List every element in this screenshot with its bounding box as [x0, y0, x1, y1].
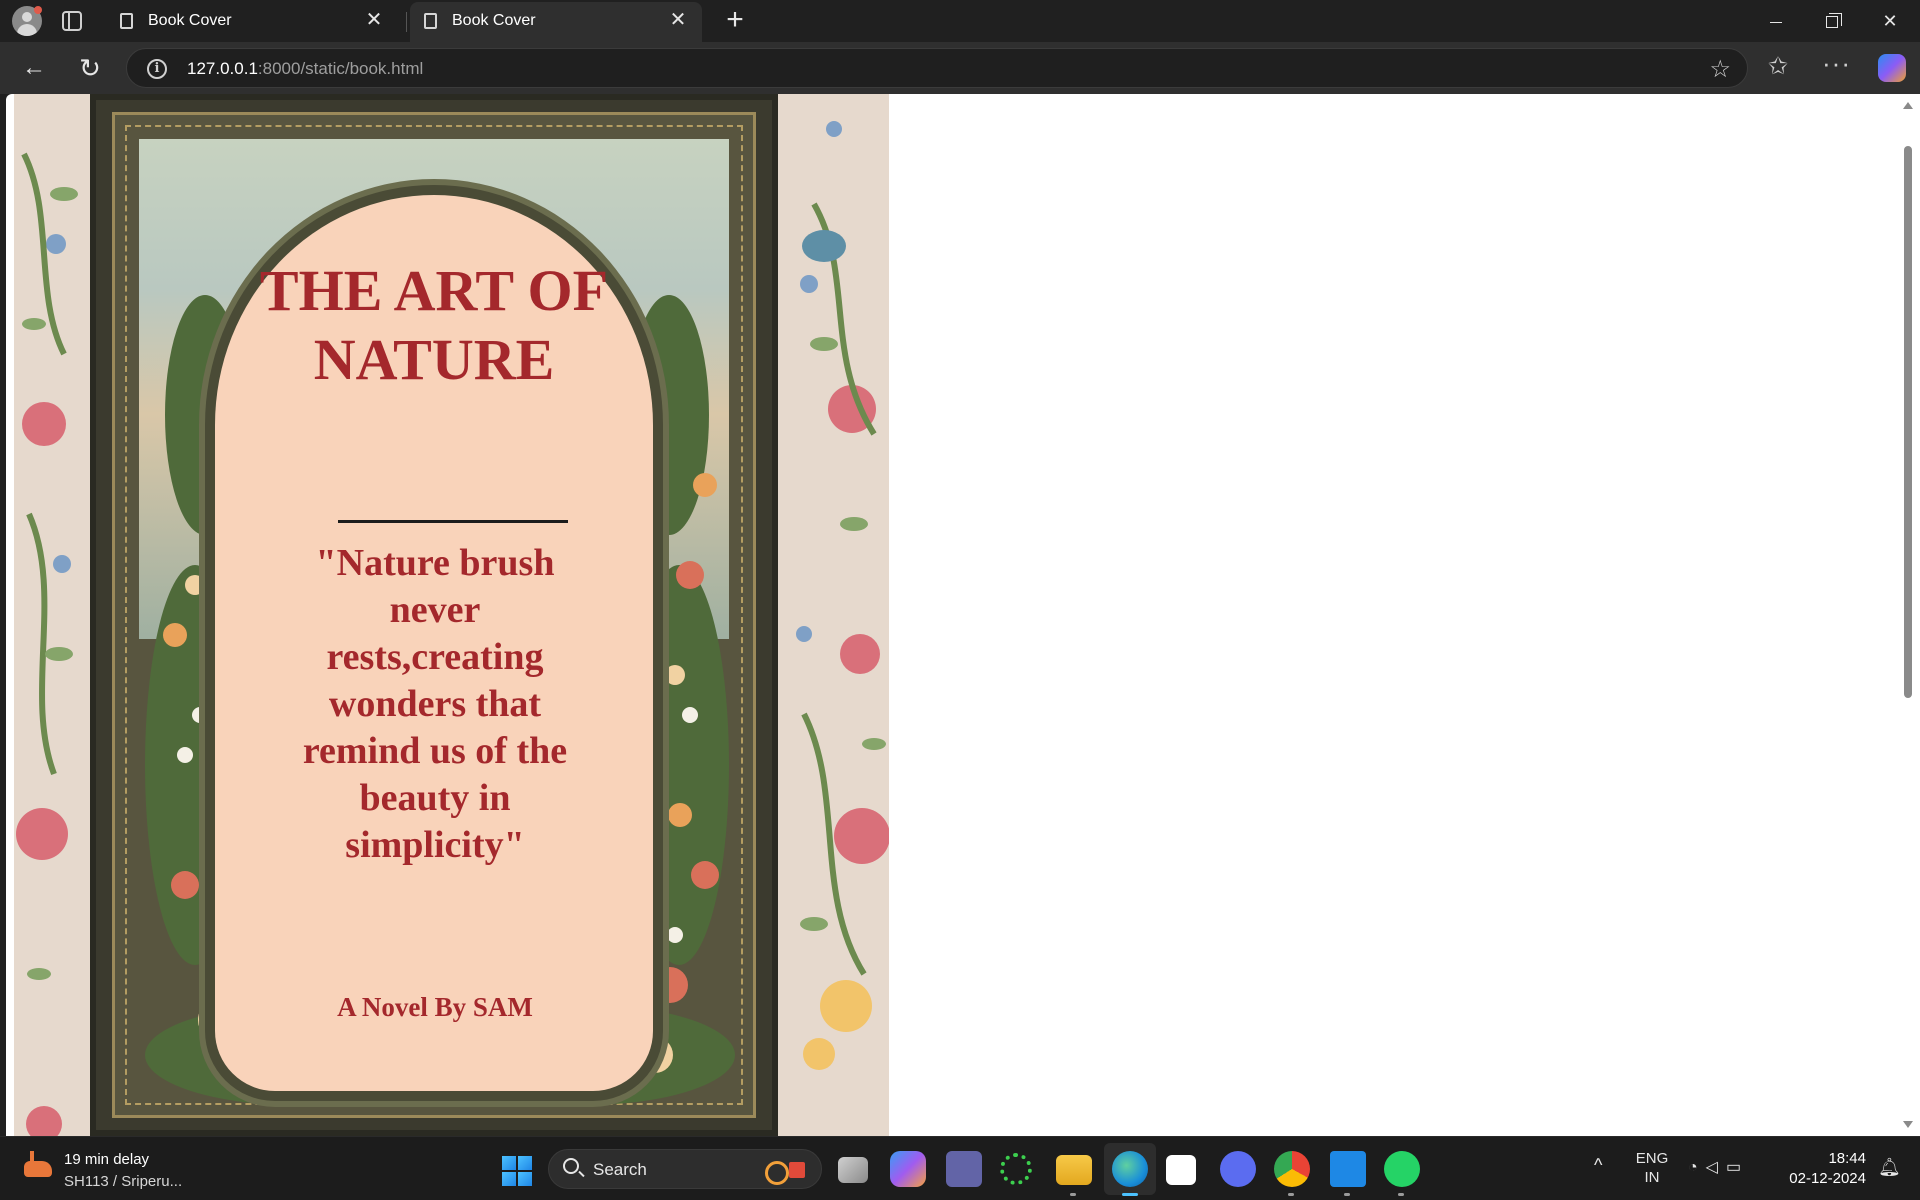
search-highlight-icon — [765, 1158, 809, 1185]
scroll-up-arrow-icon[interactable] — [1903, 102, 1913, 109]
tab-title: Book Cover — [148, 12, 232, 29]
book-author: A Novel By SAM — [337, 992, 533, 1022]
minimize-button[interactable] — [1748, 0, 1804, 42]
microsoft-store-icon[interactable] — [1166, 1155, 1196, 1185]
taskbar-search[interactable]: Search — [548, 1149, 822, 1189]
clock[interactable]: 18:44 02-12-2024 — [1786, 1149, 1866, 1189]
tab-book-cover-1[interactable]: Book Cover ✕ — [106, 0, 398, 42]
profile-notification-dot — [34, 6, 42, 14]
tab-actions-icon[interactable] — [62, 11, 82, 31]
lang-code: ENG — [1635, 1150, 1669, 1167]
restore-button[interactable] — [1804, 0, 1860, 42]
arc-app-icon[interactable] — [1220, 1151, 1256, 1187]
url-path: :8000/static/book.html — [257, 59, 424, 78]
running-indicator — [1344, 1193, 1350, 1196]
page-icon — [120, 13, 133, 29]
book-quote: "Nature brush never rests,creating wonde… — [302, 542, 568, 866]
vertical-scrollbar[interactable] — [1896, 94, 1920, 1136]
copilot-app-icon[interactable] — [890, 1151, 926, 1187]
title-divider — [338, 520, 568, 523]
page-icon — [424, 13, 437, 29]
task-view-icon[interactable] — [838, 1157, 868, 1183]
favorite-star-icon[interactable]: ☆ — [1709, 55, 1731, 84]
browser-titlebar: Book Cover ✕ Book Cover ✕ + ✕ — [0, 0, 1920, 42]
tab-title: Book Cover — [452, 12, 536, 29]
running-indicator — [1398, 1193, 1404, 1196]
chrome-icon[interactable] — [1274, 1151, 1310, 1187]
show-hidden-icons-chevron-icon[interactable]: ^ — [1594, 1155, 1602, 1176]
time: 18:44 — [1828, 1150, 1866, 1167]
edge-icon[interactable] — [1112, 1151, 1148, 1187]
close-window-button[interactable]: ✕ — [1862, 0, 1918, 42]
book-title: THE ART OF NATURE — [259, 258, 609, 392]
windows-taskbar: 19 min delay SH113 / Sriperu... Search ^… — [0, 1136, 1920, 1200]
running-indicator — [1070, 1193, 1076, 1196]
traffic-widget-icon[interactable] — [20, 1151, 56, 1181]
search-label: Search — [593, 1160, 647, 1179]
windows-start-icon[interactable] — [502, 1156, 532, 1186]
copilot-icon[interactable] — [1878, 54, 1906, 82]
tab-close-icon[interactable]: ✕ — [666, 8, 690, 32]
vscode-icon[interactable] — [1330, 1151, 1366, 1187]
teams-icon[interactable] — [946, 1151, 982, 1187]
tab-book-cover-2[interactable]: Book Cover ✕ — [410, 2, 702, 42]
book-cover: THE ART OF NATURE "Nature brush never re… — [90, 94, 778, 1136]
reload-icon[interactable]: ↻ — [74, 52, 106, 84]
search-icon — [563, 1158, 579, 1174]
sync-app-icon[interactable] — [1000, 1153, 1032, 1185]
page-viewport: THE ART OF NATURE "Nature brush never re… — [6, 94, 1896, 1136]
date: 02-12-2024 — [1789, 1170, 1866, 1187]
wifi-volume-battery-icons[interactable]: ◔◁▭ — [1688, 1157, 1749, 1177]
url-text[interactable]: 127.0.0.1:8000/static/book.html — [187, 59, 423, 79]
scrollbar-thumb[interactable] — [1904, 146, 1912, 698]
file-explorer-icon[interactable] — [1056, 1155, 1092, 1185]
new-tab-icon[interactable]: + — [720, 5, 750, 36]
url-host: 127.0.0.1 — [187, 59, 258, 78]
language-indicator[interactable]: ENG IN — [1634, 1149, 1670, 1187]
favorites-icon[interactable]: ✩ — [1768, 52, 1788, 81]
tab-divider — [406, 12, 407, 32]
notification-bell-icon[interactable]: 🔔︎ — [1878, 1157, 1901, 1178]
browser-toolbar: ← ↻ i 127.0.0.1:8000/static/book.html ☆ … — [0, 42, 1920, 94]
whatsapp-icon[interactable] — [1384, 1151, 1420, 1187]
scroll-down-arrow-icon[interactable] — [1903, 1121, 1913, 1128]
back-arrow-icon[interactable]: ← — [18, 52, 50, 84]
more-options-icon[interactable]: ··· — [1822, 48, 1851, 79]
floral-wallpaper-background: THE ART OF NATURE "Nature brush never re… — [14, 94, 889, 1136]
widget-line-1[interactable]: 19 min delay — [64, 1151, 149, 1168]
site-info-icon[interactable]: i — [147, 59, 167, 79]
address-bar[interactable]: i 127.0.0.1:8000/static/book.html ☆ — [126, 48, 1748, 88]
tab-close-icon[interactable]: ✕ — [362, 8, 386, 32]
active-indicator — [1122, 1193, 1138, 1196]
running-indicator — [1288, 1193, 1294, 1196]
region-code: IN — [1644, 1169, 1660, 1186]
widget-line-2[interactable]: SH113 / Sriperu... — [64, 1173, 182, 1190]
